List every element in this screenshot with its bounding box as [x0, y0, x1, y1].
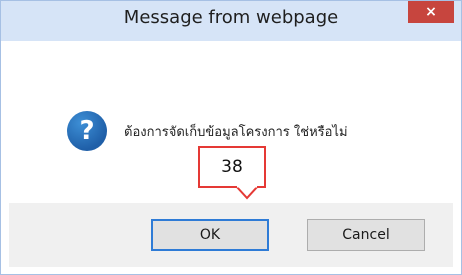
close-button[interactable]: ×	[408, 1, 454, 23]
annotation-callout: 38	[198, 146, 266, 188]
window-title: Message from webpage	[123, 7, 339, 28]
dialog-message: ต้องการจัดเก็บข้อมูลโครงการ ใช่หรือไม่	[124, 125, 348, 140]
ok-button[interactable]: OK	[151, 219, 269, 251]
title-bar[interactable]: Message from webpage ×	[1, 1, 461, 41]
button-bar: OK Cancel	[9, 203, 453, 267]
dialog-window: Message from webpage × ? ต้องการจัดเก็บข…	[0, 0, 462, 275]
cancel-button[interactable]: Cancel	[307, 219, 425, 251]
close-icon: ×	[425, 4, 437, 20]
question-icon: ?	[67, 111, 107, 151]
